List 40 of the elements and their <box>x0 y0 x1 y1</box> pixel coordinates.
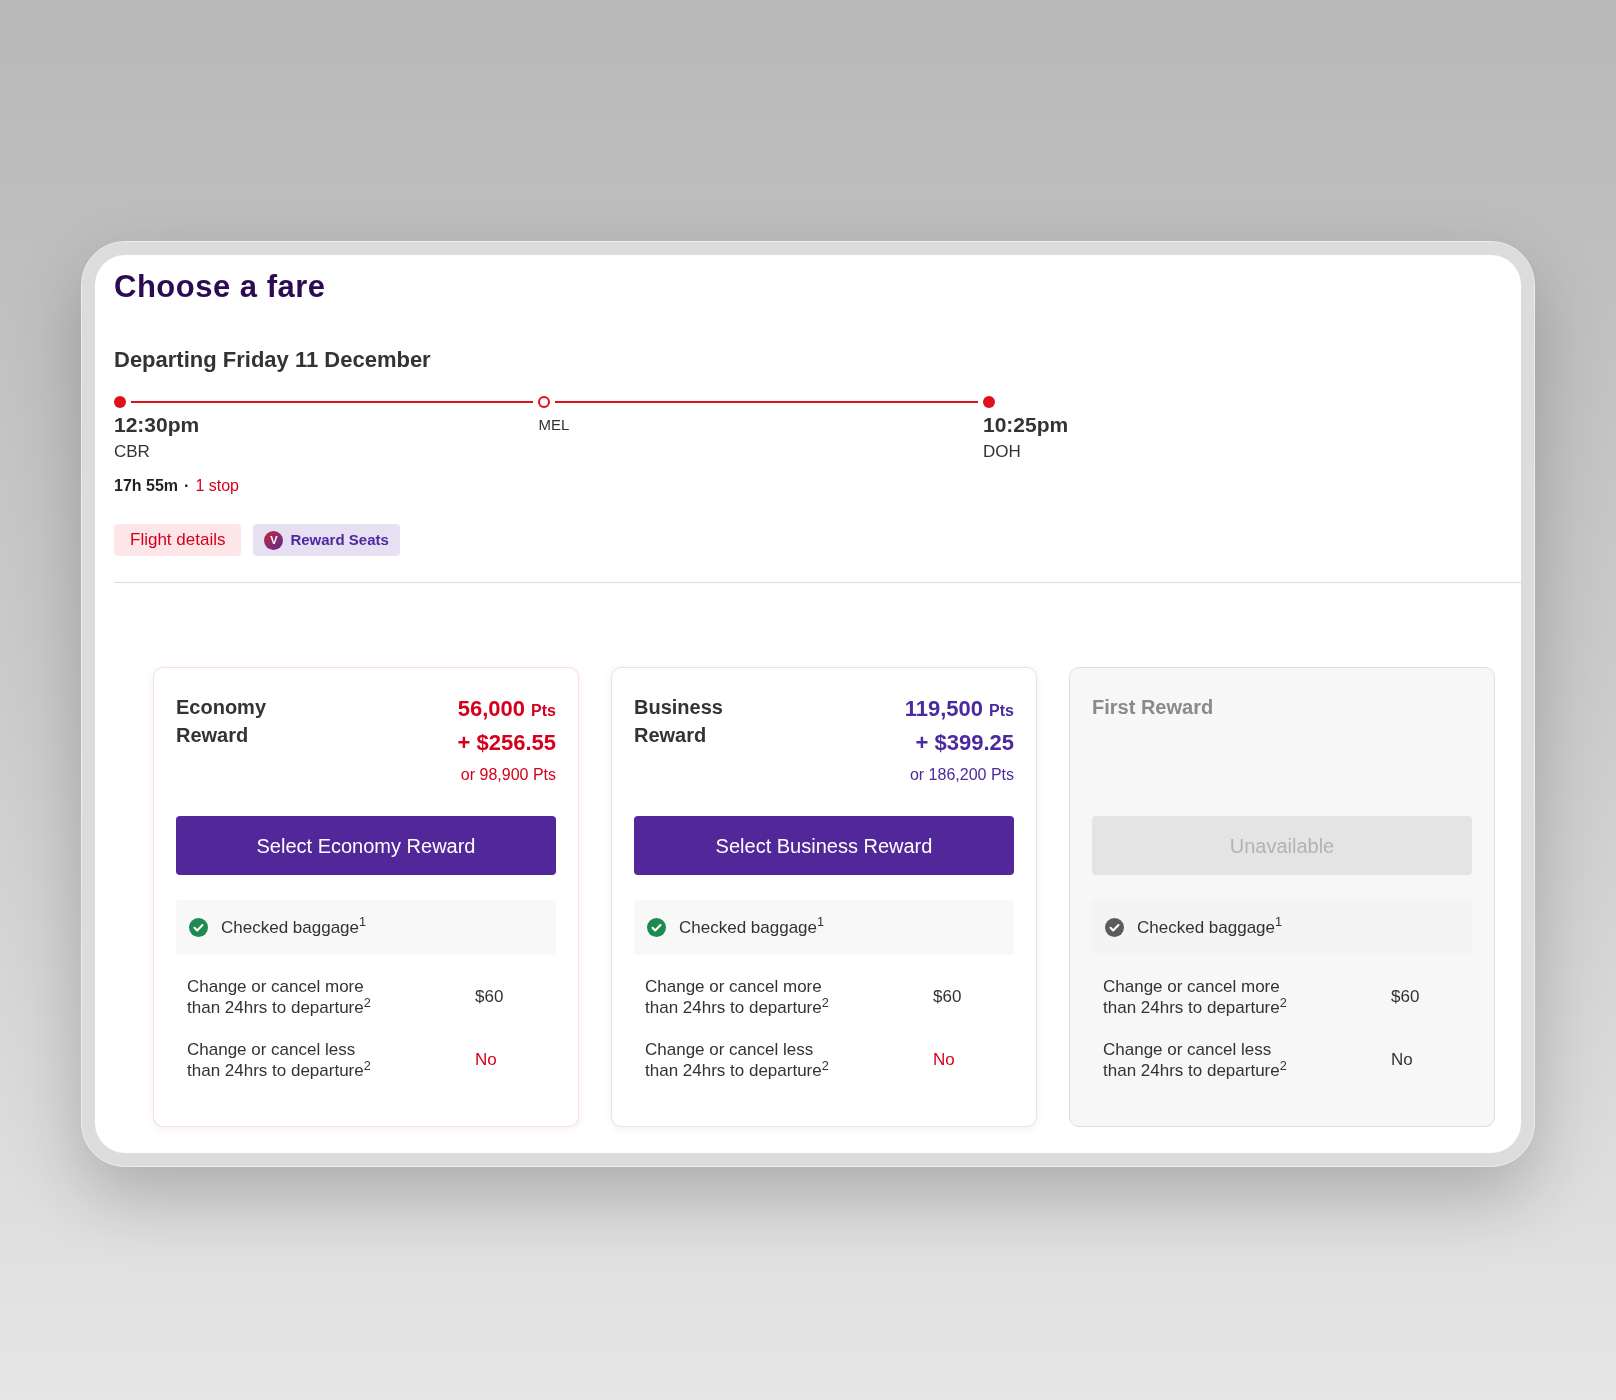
feature-label: Change or cancel less than 24hrs to departure$^{2}$ <box>1103 1039 1288 1081</box>
feature-label: Checked baggage$^{1}$ <box>679 916 825 939</box>
stops-count: 1 stop <box>195 476 239 496</box>
page-title: Choose a fare <box>114 268 327 306</box>
feature-value: $60 <box>933 986 962 1008</box>
points-price: 119,500 Pts <box>904 695 1014 723</box>
stopover-ring-icon <box>537 396 550 408</box>
feature-label: Checked baggage$^{1}$ <box>221 916 367 939</box>
departure-heading: Departing Friday 11 December <box>114 346 432 374</box>
fare-name: Business Reward <box>634 695 724 748</box>
arrival-airport: DOH <box>983 441 1021 463</box>
points-price: 56,000 Pts <box>457 695 556 723</box>
stopover-airport: MEL <box>538 415 570 435</box>
select-fare-button[interactable]: Select Economy Reward <box>176 816 556 875</box>
feature-label: Change or cancel less than 24hrs to departure$^{2}$ <box>187 1039 372 1081</box>
select-fare-button[interactable]: Select Business Reward <box>634 816 1014 875</box>
fare-name: First Reward <box>1092 695 1214 720</box>
alternative-price: or 98,900 Pts <box>460 765 556 785</box>
flight-details-button[interactable]: Flight details <box>114 524 242 556</box>
feature-label: Change or cancel more than 24hrs to departure$^{2}$ <box>645 976 830 1018</box>
feature-value: $60 <box>1391 986 1420 1008</box>
fare-name: Economy Reward <box>176 695 268 748</box>
cash-price: + $399.25 <box>915 729 1014 757</box>
feature-value: No <box>933 1049 955 1071</box>
flight-duration: 17h 55m <box>114 476 179 496</box>
arrival-time: 10:25pm <box>983 412 1069 438</box>
feature-value: No <box>475 1049 497 1071</box>
feature-value: No <box>1391 1049 1413 1071</box>
feature-label: Change or cancel more than 24hrs to departure$^{2}$ <box>187 976 372 1018</box>
feature-label: Checked baggage$^{1}$ <box>1137 916 1283 939</box>
feature-label: Change or cancel less than 24hrs to departure$^{2}$ <box>645 1039 830 1081</box>
badge-label: Reward Seats <box>290 529 389 550</box>
feature-value: $60 <box>475 986 504 1008</box>
separator-dot: · <box>184 476 190 496</box>
cash-price: + $256.55 <box>457 729 556 757</box>
alternative-price: or 186,200 Pts <box>909 765 1014 785</box>
feature-label: Change or cancel more than 24hrs to departure$^{2}$ <box>1103 976 1288 1018</box>
departure-time: 12:30pm <box>114 412 200 438</box>
departure-airport: CBR <box>114 441 150 463</box>
logo-icon: V <box>264 530 284 550</box>
